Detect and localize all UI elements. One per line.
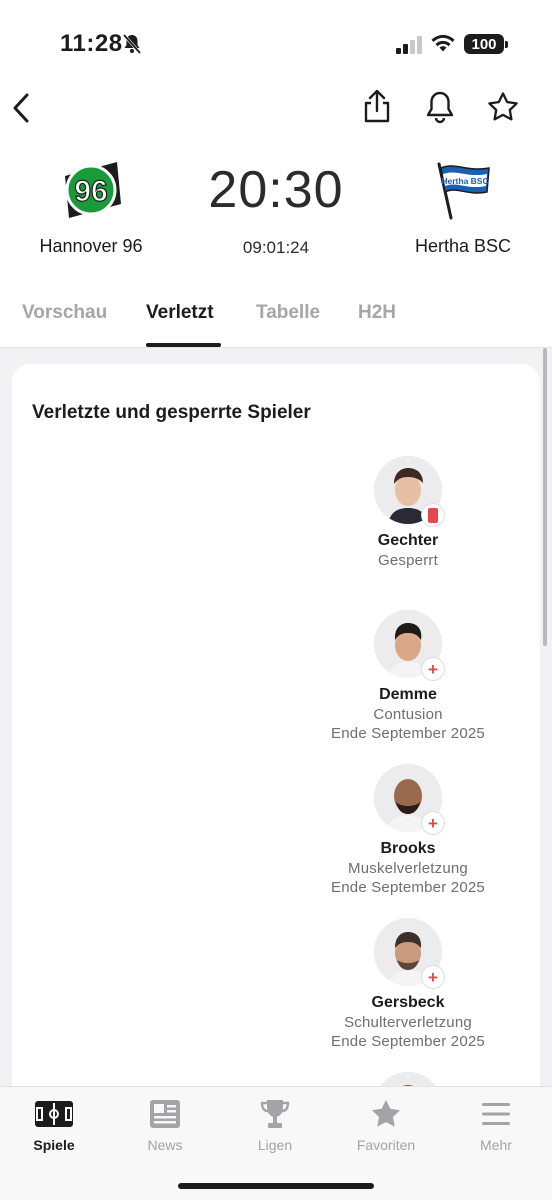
content-area[interactable]: Verletzte und gesperrte Spieler Gechter … — [0, 348, 552, 1088]
home-team[interactable]: 96 Hannover 96 — [16, 158, 166, 257]
kickoff-info: 20:30 09:01:24 — [176, 160, 376, 258]
away-team[interactable]: Hertha BSC Hertha BSC — [388, 158, 538, 257]
tab-news[interactable]: News — [115, 1097, 215, 1153]
tab-vorschau[interactable]: Vorschau — [22, 302, 107, 324]
tab-label: Spiele — [33, 1137, 75, 1153]
player-reason: Schulterverletzung — [344, 1014, 472, 1031]
tab-verletzt[interactable]: Verletzt — [146, 302, 214, 324]
tab-favoriten[interactable]: Favoriten — [336, 1097, 436, 1153]
status-time: 11:28 — [60, 30, 123, 57]
player-item[interactable]: + Gersbeck Schulterverletzung Ende Septe… — [302, 918, 514, 1050]
player-name: Brooks — [380, 840, 436, 857]
red-card-icon — [422, 504, 444, 526]
tab-label: Ligen — [257, 1137, 293, 1153]
injury-cross-icon: + — [422, 966, 444, 988]
nav-bar — [0, 88, 552, 128]
share-icon[interactable] — [362, 88, 392, 129]
away-team-name: Hertha BSC — [414, 236, 512, 256]
notification-bell-icon[interactable] — [424, 90, 456, 129]
tab-mehr[interactable]: Mehr — [446, 1097, 546, 1153]
scrollbar[interactable] — [543, 348, 547, 646]
match-header: 96 Hannover 96 20:30 09:01:24 Hertha BSC… — [0, 150, 552, 270]
section-title: Verletzte und gesperrte Spieler — [32, 402, 311, 423]
wifi-icon — [430, 33, 456, 58]
status-bar: 11:28 100 — [0, 0, 552, 88]
countdown: 09:01:24 — [242, 238, 310, 257]
player-item[interactable]: + Brooks Muskelverletzung Ende September… — [302, 764, 514, 896]
tab-h2h[interactable]: H2H — [358, 302, 396, 324]
player-reason: Muskelverletzung — [348, 860, 468, 877]
active-tab-indicator — [146, 343, 221, 347]
player-return-date: Ende September 2025 — [331, 1033, 485, 1050]
back-chevron-icon[interactable] — [10, 92, 32, 129]
player-name: Gersbeck — [371, 994, 445, 1011]
tab-label: News — [147, 1137, 183, 1153]
hannover-96-logo: 96 — [65, 162, 121, 218]
tab-spiele[interactable]: Spiele — [4, 1097, 104, 1153]
favorite-star-icon[interactable] — [487, 91, 519, 128]
injury-cross-icon: + — [422, 658, 444, 680]
pitch-icon — [4, 1097, 104, 1131]
player-return-date: Ende September 2025 — [331, 879, 485, 896]
tab-label: Favoriten — [356, 1137, 416, 1153]
star-icon — [336, 1097, 436, 1131]
home-team-name: Hannover 96 — [39, 236, 143, 256]
tab-label: Mehr — [480, 1137, 512, 1153]
player-reason: Gesperrt — [378, 552, 438, 569]
trophy-icon — [225, 1097, 325, 1131]
svg-text:Hertha BSC: Hertha BSC — [441, 176, 488, 186]
home-indicator[interactable] — [178, 1183, 374, 1189]
player-item[interactable]: + Demme Contusion Ende September 2025 — [302, 610, 514, 742]
player-return-date: Ende September 2025 — [331, 725, 485, 742]
bottom-tab-bar: Spiele News Ligen Favoriten Mehr — [0, 1086, 552, 1200]
player-item[interactable]: Gechter Gesperrt — [302, 456, 514, 569]
menu-icon — [446, 1097, 546, 1131]
svg-text:96: 96 — [74, 175, 107, 208]
injured-players-card: Verletzte und gesperrte Spieler Gechter … — [12, 364, 540, 1088]
injury-cross-icon: + — [422, 812, 444, 834]
player-reason: Contusion — [373, 706, 443, 723]
match-tabs: Vorschau Verletzt Tabelle H2H — [0, 290, 552, 348]
hertha-bsc-logo: Hertha BSC — [437, 162, 490, 220]
bell-muted-icon — [122, 33, 142, 60]
news-icon — [115, 1097, 215, 1131]
tab-tabelle[interactable]: Tabelle — [256, 302, 320, 324]
player-name: Demme — [379, 686, 437, 703]
battery-indicator: 100 — [464, 34, 508, 54]
kickoff-time: 20:30 — [208, 161, 344, 219]
cellular-signal-icon — [396, 36, 424, 59]
tab-ligen[interactable]: Ligen — [225, 1097, 325, 1153]
player-name: Gechter — [377, 532, 439, 549]
